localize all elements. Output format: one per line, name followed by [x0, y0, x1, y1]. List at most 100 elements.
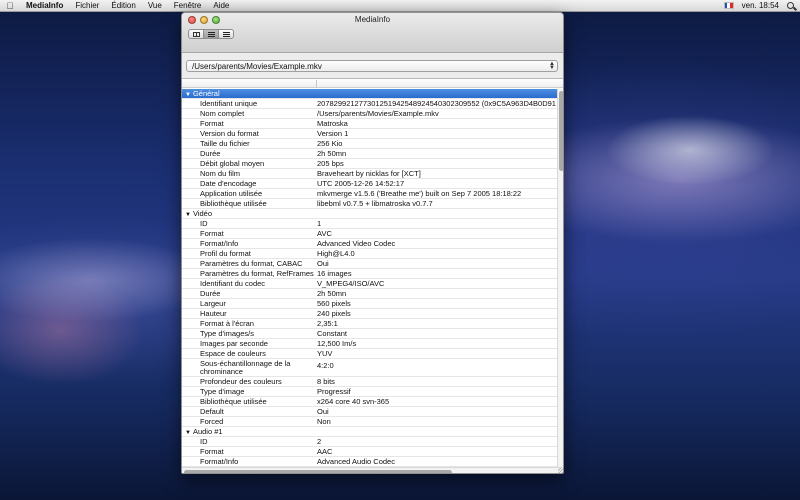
popup-arrows-icon: ▲ ▼	[549, 61, 555, 71]
info-value: Version 1	[317, 129, 349, 138]
info-row[interactable]: Profil du format High@L4.0	[182, 249, 557, 259]
info-row[interactable]: Bibliothèque utilisée libebml v0.7.5 + li…	[182, 199, 557, 209]
info-key: Forced	[200, 417, 224, 426]
info-row[interactable]: Application utilisée mkvmerge v1.5.6 ('Br…	[182, 189, 557, 199]
info-row[interactable]: Durée 2h 50mn	[182, 289, 557, 299]
info-row[interactable]: Format/Info Advanced Audio Codec	[182, 457, 557, 467]
info-row[interactable]: Hauteur 240 pixels	[182, 309, 557, 319]
info-value: 2	[317, 437, 322, 446]
view-text-button[interactable]	[218, 29, 234, 39]
info-value: 2h 50mn	[317, 149, 347, 158]
info-key: ID	[200, 437, 208, 446]
disclosure-triangle-icon[interactable]: ▼	[185, 92, 191, 98]
info-row[interactable]: Images par seconde 12,500 Im/s	[182, 339, 557, 349]
section-header[interactable]: ▼ Général	[182, 89, 557, 99]
info-row[interactable]: Nom du film Braveheart by nicklas for [XC…	[182, 169, 557, 179]
file-path-popup[interactable]: /Users/parents/Movies/Example.mkv ▲ ▼	[186, 60, 558, 72]
apple-menu-icon[interactable]: 	[0, 1, 20, 11]
info-value: x264 core 40 svn-365	[317, 397, 390, 406]
info-row[interactable]: Nom complet/Users/parents/Movies/Example…	[182, 109, 557, 119]
info-row[interactable]: Identifiant unique 2078299212773012519425…	[182, 99, 557, 109]
section-label: Vidéo	[192, 209, 212, 218]
info-key: Profil du format	[200, 249, 251, 258]
menu-edition[interactable]: Édition	[105, 1, 141, 10]
info-value: High@L4.0	[317, 249, 355, 258]
info-value: Advanced Audio Codec	[317, 457, 395, 466]
info-row[interactable]: Forced Non	[182, 417, 557, 427]
info-key: Images par seconde	[200, 339, 268, 348]
info-key: Largeur	[200, 299, 226, 308]
info-value: 12,500 Im/s	[317, 339, 357, 348]
info-row[interactable]: ID 1	[182, 219, 557, 229]
info-value: AAC	[317, 447, 333, 456]
info-row[interactable]: Format Matroska	[182, 119, 557, 129]
view-grid-button[interactable]	[188, 29, 204, 39]
info-row[interactable]: Format AVC	[182, 229, 557, 239]
info-row[interactable]: Format à l'écran 2,35:1	[182, 319, 557, 329]
info-row[interactable]: Taille du fichier 256 Kio	[182, 139, 557, 149]
disclosure-triangle-icon[interactable]: ▼	[185, 430, 191, 436]
info-value: Matroska	[317, 119, 348, 128]
info-row[interactable]: Date d'encodage UTC 2005-12-26 14:52:17	[182, 179, 557, 189]
info-row[interactable]: Débit global moyen 205 bps	[182, 159, 557, 169]
info-row[interactable]: Largeur 560 pixels	[182, 299, 557, 309]
info-key: Type d'images/s	[200, 329, 254, 338]
info-row[interactable]: Paramètres du format, RefFrames 16 images	[182, 269, 557, 279]
vertical-scroll-thumb[interactable]	[559, 91, 563, 171]
disclosure-triangle-icon[interactable]: ▼	[185, 212, 191, 218]
info-row[interactable]: Sous-échantillonnage de la chrominance 4:…	[182, 359, 557, 377]
menu-extras: ven. 18:54	[723, 1, 800, 10]
info-key: Profondeur des couleurs	[200, 377, 282, 386]
menu-aide[interactable]: Aide	[207, 1, 235, 10]
info-row[interactable]: Format AAC	[182, 447, 557, 457]
info-value: Oui	[317, 259, 329, 268]
info-row[interactable]: Type d'images/s Constant	[182, 329, 557, 339]
info-key: ID	[200, 219, 208, 228]
info-key: Paramètres du format, RefFrames	[200, 269, 314, 278]
view-tree-button[interactable]	[203, 29, 219, 39]
menu-bar:  MediaInfo Fichier Édition Vue Fenêtre …	[0, 0, 800, 12]
horizontal-scroll-thumb[interactable]	[184, 469, 452, 473]
info-value: V_MPEG4/ISO/AVC	[317, 279, 385, 288]
section-header[interactable]: ▼ Audio #1	[182, 427, 557, 437]
french-flag-icon[interactable]	[723, 2, 734, 9]
info-row[interactable]: Bibliothèque utilisée x264 core 40 svn-36…	[182, 397, 557, 407]
info-value: UTC 2005-12-26 14:52:17	[317, 179, 405, 188]
info-row[interactable]: Espace de couleurs YUV	[182, 349, 557, 359]
info-value: mkvmerge v1.5.6 ('Breathe me') built on …	[317, 189, 522, 198]
menu-fenetre[interactable]: Fenêtre	[168, 1, 208, 10]
info-key: Nom du film	[200, 169, 241, 178]
info-row[interactable]: ID 2	[182, 437, 557, 447]
info-row[interactable]: Paramètres du format, CABAC Oui	[182, 259, 557, 269]
info-row[interactable]: Profondeur des couleurs 8 bits	[182, 377, 557, 387]
info-key: Version du format	[200, 129, 259, 138]
section-header[interactable]: ▼ Vidéo	[182, 209, 557, 219]
info-row[interactable]: Identifiant du codec V_MPEG4/ISO/AVC	[182, 279, 557, 289]
info-row[interactable]: Version du format Version 1	[182, 129, 557, 139]
info-key: Format à l'écran	[200, 319, 254, 328]
menu-clock[interactable]: ven. 18:54	[742, 1, 779, 10]
column-separator[interactable]	[316, 80, 317, 87]
info-value: 240 pixels	[317, 309, 351, 318]
info-row[interactable]: Durée 2h 50mn	[182, 149, 557, 159]
window-titlebar[interactable]: MediaInfo	[182, 13, 563, 53]
column-header	[182, 79, 563, 88]
info-row[interactable]: Default Oui	[182, 407, 557, 417]
info-row[interactable]: Type d'image Progressif	[182, 387, 557, 397]
info-value: 8 bits	[317, 377, 335, 386]
info-value: 207829921277301251942548924540302309552 …	[317, 99, 556, 108]
text-view-icon	[222, 31, 230, 37]
info-key: Format/Info	[200, 457, 239, 466]
spotlight-search-icon[interactable]	[787, 2, 794, 9]
info-key: Taille du fichier	[200, 139, 250, 148]
info-value: Constant	[317, 329, 348, 338]
info-key: Format/Info	[200, 239, 239, 248]
info-row[interactable]: Format/Info Advanced Video Codec	[182, 239, 557, 249]
vertical-scrollbar[interactable]	[557, 89, 563, 469]
resize-grip-icon[interactable]	[558, 468, 563, 473]
info-key: Bibliothèque utilisée	[200, 199, 267, 208]
menu-app-name[interactable]: MediaInfo	[20, 1, 69, 10]
menu-fichier[interactable]: Fichier	[69, 1, 105, 10]
menu-vue[interactable]: Vue	[142, 1, 168, 10]
horizontal-scrollbar[interactable]	[182, 467, 563, 473]
